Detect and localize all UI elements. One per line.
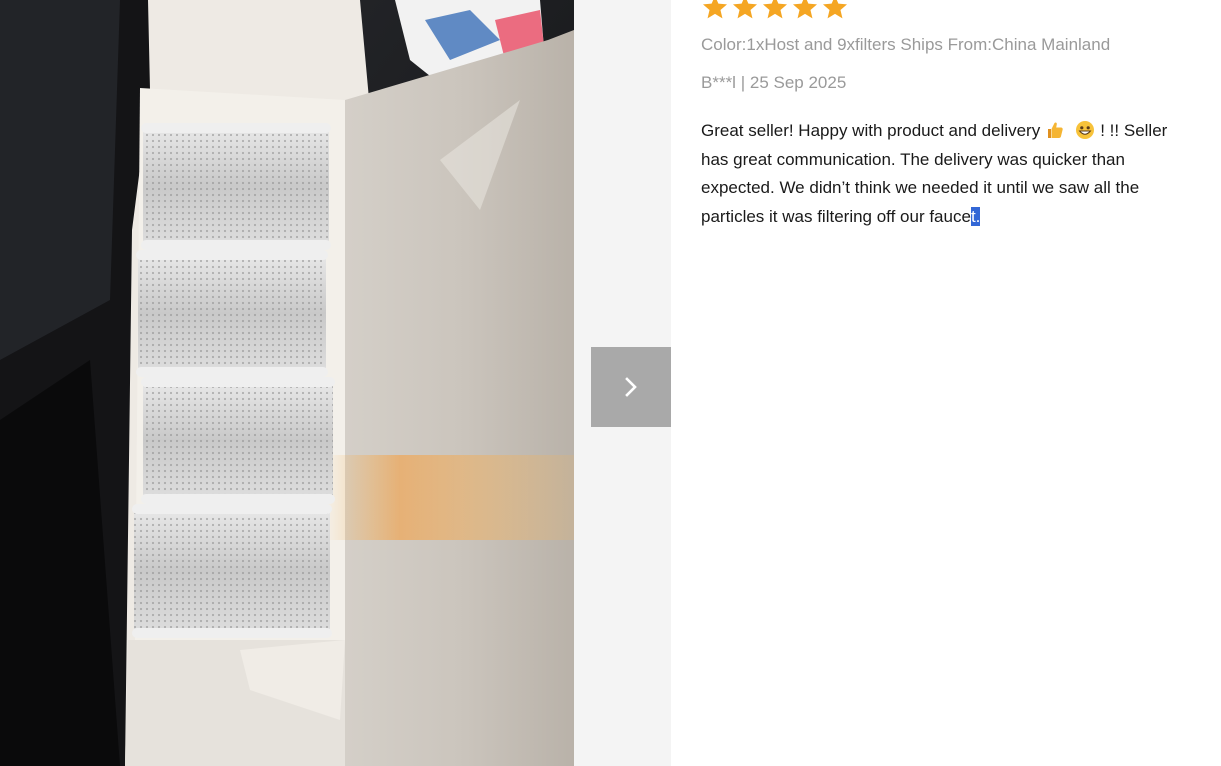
review-date: 25 Sep 2025 bbox=[749, 73, 847, 92]
reviewer-name: B***l bbox=[701, 73, 736, 92]
selected-text: t. bbox=[970, 206, 981, 226]
separator: | bbox=[740, 73, 746, 92]
review-photo[interactable] bbox=[0, 0, 574, 766]
ships-from-value: China Mainland bbox=[992, 35, 1111, 54]
review-detail: Color:1xHost and 9xfilters Ships From:Ch… bbox=[701, 0, 1181, 766]
next-image-button[interactable] bbox=[591, 347, 671, 427]
thumbs-up-icon bbox=[1048, 122, 1063, 138]
review-author-line: B***l | 25 Sep 2025 bbox=[701, 73, 846, 93]
ships-from-label: Ships From: bbox=[900, 35, 993, 54]
review-text-part1: Great seller! Happy with product and del… bbox=[701, 121, 1041, 140]
star-icon bbox=[762, 0, 788, 19]
star-icon bbox=[732, 0, 758, 19]
product-variant-info: Color:1xHost and 9xfilters Ships From:Ch… bbox=[701, 35, 1110, 55]
chevron-right-icon bbox=[625, 377, 637, 397]
star-icon bbox=[822, 0, 848, 19]
star-icon bbox=[792, 0, 818, 19]
grinning-face-icon bbox=[1076, 121, 1095, 139]
color-label: Color: bbox=[701, 35, 747, 54]
photo-gallery bbox=[0, 0, 671, 766]
color-value: 1xHost and 9xfilters bbox=[746, 35, 896, 54]
star-icon bbox=[702, 0, 728, 19]
review-body[interactable]: Great seller! Happy with product and del… bbox=[701, 117, 1173, 231]
filter-box-photo bbox=[0, 0, 574, 766]
star-rating bbox=[701, 0, 849, 22]
